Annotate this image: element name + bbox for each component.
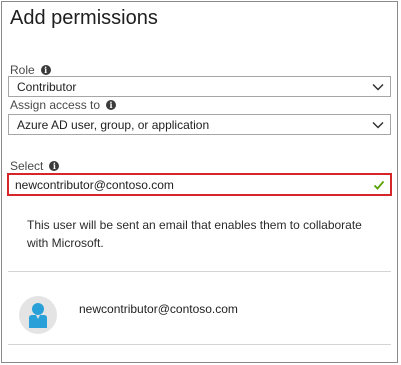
add-permissions-panel: Add permissions Role i Contributor Assig…	[1, 1, 398, 363]
invite-notice: This user will be sent an email that ena…	[27, 218, 362, 250]
divider	[8, 344, 391, 345]
panel-title: Add permissions	[10, 7, 158, 29]
divider	[8, 271, 391, 272]
select-label-row: Select i	[10, 159, 60, 173]
info-icon[interactable]: i	[106, 100, 117, 110]
role-dropdown[interactable]: Contributor	[8, 76, 391, 97]
assign-label: Assign access to	[10, 98, 101, 112]
role-value: Contributor	[17, 79, 77, 94]
checkmark-icon	[373, 180, 385, 190]
assign-label-row: Assign access to i	[10, 98, 117, 112]
selected-user-email[interactable]: newcontributor@contoso.com	[79, 302, 238, 316]
select-user-input[interactable]: newcontributor@contoso.com	[7, 173, 392, 196]
role-label: Role	[10, 63, 35, 77]
user-avatar-icon	[19, 296, 57, 334]
chevron-down-icon	[372, 84, 384, 91]
assign-access-dropdown[interactable]: Azure AD user, group, or application	[8, 114, 391, 135]
select-input-value: newcontributor@contoso.com	[15, 177, 174, 192]
chevron-down-icon	[372, 122, 384, 129]
info-icon[interactable]: i	[40, 65, 51, 75]
role-label-row: Role i	[10, 63, 51, 77]
info-icon[interactable]: i	[49, 161, 60, 171]
select-label: Select	[10, 159, 44, 173]
assign-value: Azure AD user, group, or application	[17, 117, 210, 132]
